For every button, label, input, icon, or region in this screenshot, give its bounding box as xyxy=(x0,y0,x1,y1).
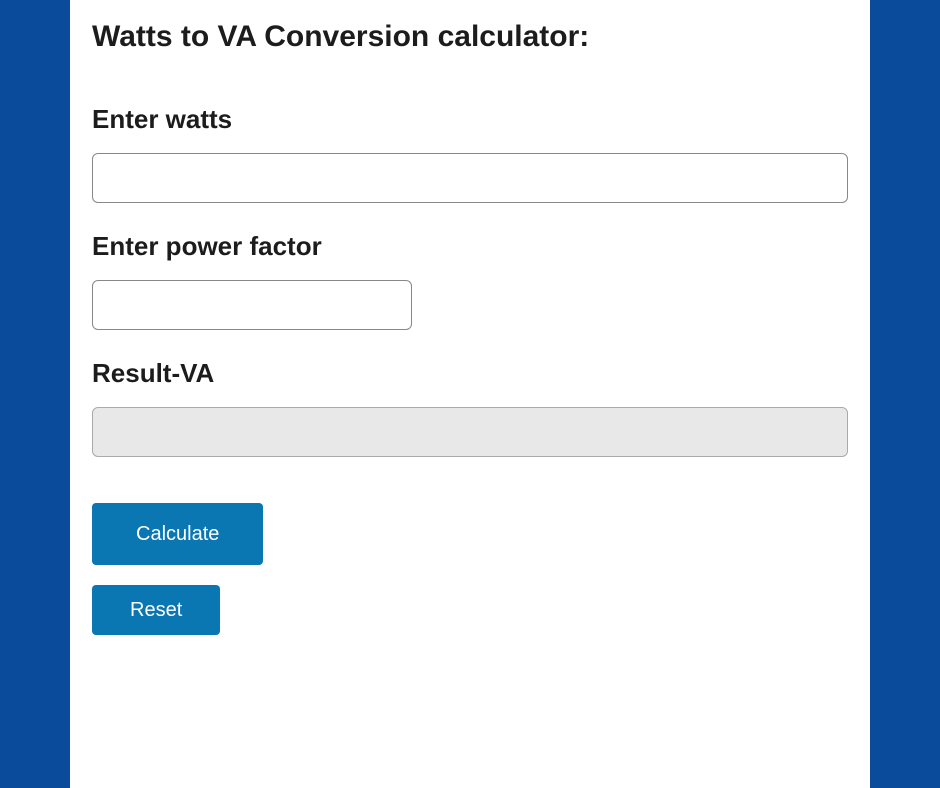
page-title: Watts to VA Conversion calculator: xyxy=(92,20,848,54)
calculator-card: Watts to VA Conversion calculator: Enter… xyxy=(70,0,870,788)
calculate-button[interactable]: Calculate xyxy=(92,503,263,565)
power-factor-input[interactable] xyxy=(92,280,412,330)
watts-label: Enter watts xyxy=(92,104,848,135)
watts-input[interactable] xyxy=(92,153,848,203)
button-row: Calculate xyxy=(92,485,848,585)
button-row-reset: Reset xyxy=(92,585,848,635)
power-factor-group: Enter power factor xyxy=(92,231,848,330)
result-output xyxy=(92,407,848,457)
watts-group: Enter watts xyxy=(92,104,848,203)
power-factor-label: Enter power factor xyxy=(92,231,848,262)
result-label: Result-VA xyxy=(92,358,848,389)
result-group: Result-VA xyxy=(92,358,848,457)
reset-button[interactable]: Reset xyxy=(92,585,220,635)
